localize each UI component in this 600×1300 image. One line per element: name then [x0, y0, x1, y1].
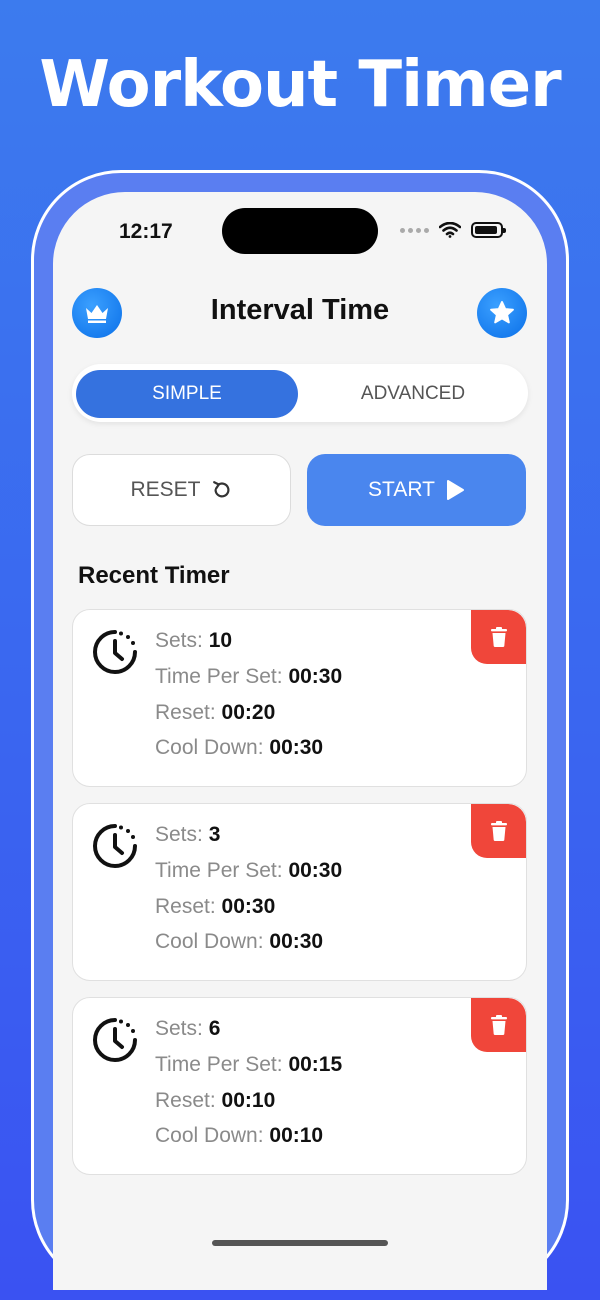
- page-title: Interval Time: [210, 294, 390, 326]
- delete-button[interactable]: [471, 804, 526, 858]
- reset-field-label: Reset:: [155, 701, 216, 724]
- favorite-button[interactable]: [477, 288, 527, 338]
- trash-icon: [490, 627, 507, 647]
- cool-down-label: Cool Down:: [155, 930, 264, 953]
- tab-advanced[interactable]: ADVANCED: [302, 370, 524, 418]
- cool-down-label: Cool Down:: [155, 1124, 264, 1147]
- cool-down-row: Cool Down: 00:30: [155, 736, 323, 760]
- wifi-icon: [439, 222, 461, 238]
- reset-field-label: Reset:: [155, 895, 216, 918]
- mode-tabs: SIMPLE ADVANCED: [72, 364, 528, 422]
- reset-value: 00:30: [221, 895, 276, 918]
- time-per-set-value: 00:30: [288, 665, 343, 688]
- cool-down-row: Cool Down: 00:30: [155, 930, 323, 954]
- time-per-set-row: Time Per Set: 00:15: [155, 1053, 342, 1077]
- cool-down-value: 00:10: [269, 1124, 324, 1147]
- star-icon: [490, 300, 514, 324]
- sets-value: 6: [208, 1017, 221, 1040]
- signal-icon: [400, 227, 429, 233]
- reset-field-label: Reset:: [155, 1089, 216, 1112]
- timer-icon: [93, 1018, 137, 1062]
- tab-simple[interactable]: SIMPLE: [76, 370, 298, 418]
- cool-down-value: 00:30: [269, 930, 324, 953]
- sets-row: Sets: 6: [155, 1017, 220, 1041]
- sets-label: Sets:: [155, 1017, 203, 1040]
- status-icons: [400, 222, 506, 238]
- cool-down-value: 00:30: [269, 736, 324, 759]
- play-icon: [446, 480, 464, 500]
- time-per-set-row: Time Per Set: 00:30: [155, 665, 342, 689]
- timer-icon: [93, 824, 137, 868]
- time-per-set-label: Time Per Set:: [155, 665, 283, 688]
- status-time: 12:17: [119, 220, 173, 243]
- battery-icon: [471, 222, 506, 238]
- sets-row: Sets: 10: [155, 629, 232, 653]
- delete-button[interactable]: [471, 998, 526, 1052]
- cool-down-label: Cool Down:: [155, 736, 264, 759]
- reset-row: Reset: 00:20: [155, 701, 275, 725]
- timer-card[interactable]: Sets: 6 Time Per Set: 00:15 Reset: 00:10…: [72, 997, 527, 1175]
- time-per-set-label: Time Per Set:: [155, 1053, 283, 1076]
- sets-value: 10: [208, 629, 233, 652]
- timer-icon: [93, 630, 137, 674]
- sets-label: Sets:: [155, 629, 203, 652]
- time-per-set-row: Time Per Set: 00:30: [155, 859, 342, 883]
- reset-icon: [212, 481, 230, 498]
- reset-value: 00:10: [221, 1089, 276, 1112]
- time-per-set-label: Time Per Set:: [155, 859, 283, 882]
- sets-row: Sets: 3: [155, 823, 220, 847]
- trash-icon: [490, 1015, 507, 1035]
- phone-screen: 12:17 Interval Time SIMPLE ADVANCED RESE…: [53, 192, 547, 1290]
- home-indicator[interactable]: [212, 1240, 388, 1246]
- headline: Workout Timer: [39, 48, 561, 122]
- reset-row: Reset: 00:10: [155, 1089, 275, 1113]
- timer-card[interactable]: Sets: 3 Time Per Set: 00:30 Reset: 00:30…: [72, 803, 527, 981]
- start-label: START: [368, 478, 435, 501]
- timer-card[interactable]: Sets: 10 Time Per Set: 00:30 Reset: 00:2…: [72, 609, 527, 787]
- status-bar: 12:17: [53, 192, 547, 272]
- sets-value: 3: [208, 823, 221, 846]
- delete-button[interactable]: [471, 610, 526, 664]
- time-per-set-value: 00:15: [288, 1053, 343, 1076]
- recent-timer-title: Recent Timer: [78, 562, 230, 589]
- time-per-set-value: 00:30: [288, 859, 343, 882]
- dynamic-island: [222, 208, 378, 254]
- reset-row: Reset: 00:30: [155, 895, 275, 919]
- reset-value: 00:20: [221, 701, 276, 724]
- reset-label: RESET: [130, 478, 201, 501]
- cool-down-row: Cool Down: 00:10: [155, 1124, 323, 1148]
- reset-button[interactable]: RESET: [72, 454, 291, 526]
- sets-label: Sets:: [155, 823, 203, 846]
- start-button[interactable]: START: [307, 454, 526, 526]
- trash-icon: [490, 821, 507, 841]
